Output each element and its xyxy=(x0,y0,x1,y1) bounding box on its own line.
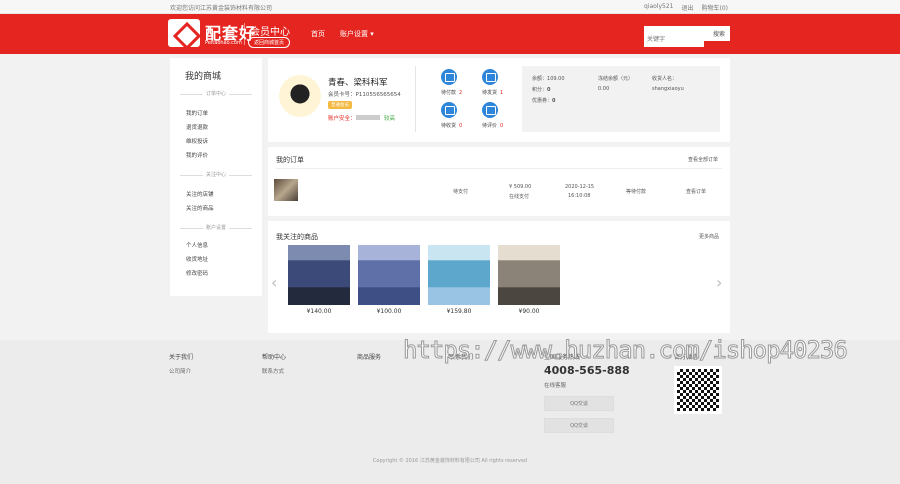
top-bar: 欢迎您访问江苏黄金装饰材料有限公司 qiaoly521 退出 购物车(0) xyxy=(0,0,900,14)
online-service-label: 在线客服 xyxy=(544,383,567,389)
qq-chat-button[interactable]: QQ交谈 xyxy=(544,396,614,411)
orders-title: 我的订单 xyxy=(276,156,304,164)
footer-about-title: 关于我们 xyxy=(169,354,194,361)
username-link[interactable]: qiaoly521 xyxy=(644,3,674,12)
pending-shipment-icon[interactable] xyxy=(482,69,498,85)
sidebar-item-complaints[interactable]: 维权投诉 xyxy=(186,137,208,145)
logo-icon[interactable] xyxy=(168,19,200,47)
cart-link[interactable]: 购物车(0) xyxy=(702,3,729,12)
sidebar-title: 我的商城 xyxy=(185,72,222,82)
qq-chat-button[interactable]: QQ交谈 xyxy=(544,418,614,433)
search-button[interactable]: 搜索 xyxy=(713,29,725,38)
stat-balance: 余额：109.00 xyxy=(532,76,565,82)
sidebar-item-reviews[interactable]: 我的评价 xyxy=(186,151,208,159)
orders-panel xyxy=(268,147,730,216)
favorites-title: 我关注的商品 xyxy=(276,233,318,241)
hotline-number: 4008-565-888 xyxy=(544,364,630,377)
favorite-product-price: ¥140.00 xyxy=(306,308,332,315)
search-input[interactable] xyxy=(644,32,704,47)
nav-home-link[interactable]: 首页 xyxy=(311,29,325,39)
stat-consignee-value: shangxiaoyu xyxy=(652,86,684,92)
footer-contact-link[interactable]: 联系方式 xyxy=(262,367,284,375)
member-center-title: 会员中心 xyxy=(250,27,290,38)
sidebar-section-orders: 订单中心 xyxy=(170,90,262,97)
welcome-text: 欢迎您访问江苏黄金装饰材料有限公司 xyxy=(170,5,273,12)
search-box: 搜索 xyxy=(644,26,730,47)
order-time: 16:10:08 xyxy=(568,193,591,199)
sidebar-section-follow: 关注中心 xyxy=(170,171,262,178)
order-pay-method: 在线支付 xyxy=(509,194,530,200)
pending-payment-label[interactable]: 待付款 2 xyxy=(441,89,462,96)
stat-frozen-label: 冻结余额（元） xyxy=(598,76,634,82)
pending-receipt-label[interactable]: 待收货 0 xyxy=(441,122,462,129)
stat-frozen-value: 0.00 xyxy=(598,86,610,92)
order-status: 待支付 xyxy=(453,189,469,195)
member-number: 会员卡号：P110556565654 xyxy=(328,92,401,98)
pending-review-icon[interactable] xyxy=(482,102,498,118)
favorite-product-image[interactable] xyxy=(498,245,560,305)
header-bar: 配套好 Peitaohao.com 会员中心 返回商城首页 首页 账户设置 ▾ … xyxy=(0,14,900,54)
watermark-text: https://www.huzhan.com/ishop40236 xyxy=(403,336,849,365)
favorite-product-image[interactable] xyxy=(358,245,420,305)
sidebar-item-refunds[interactable]: 退货退款 xyxy=(186,123,208,131)
sidebar-section-account: 账户设置 xyxy=(170,224,262,231)
order-product-thumbnail[interactable] xyxy=(274,179,298,201)
divider xyxy=(276,168,722,169)
safety-progress-bar xyxy=(356,115,380,120)
nav-account-dropdown[interactable]: 账户设置 ▾ xyxy=(340,29,374,39)
favorite-product-image[interactable] xyxy=(288,245,350,305)
logout-link[interactable]: 退出 xyxy=(681,3,693,12)
pending-shipment-label[interactable]: 待发货 1 xyxy=(482,89,503,96)
pending-review-label[interactable]: 待评价 0 xyxy=(482,122,503,129)
favorite-product-image[interactable] xyxy=(428,245,490,305)
footer-help-title: 帮助中心 xyxy=(262,354,287,361)
order-price: ¥ 509.00 xyxy=(509,184,532,190)
favorite-product-price: ¥159.80 xyxy=(446,308,472,315)
chevron-right-icon[interactable]: › xyxy=(716,273,722,292)
stat-points: 积分：0 xyxy=(532,87,551,93)
safety-level: 较高 xyxy=(384,116,396,122)
avatar[interactable] xyxy=(279,75,321,117)
safety-label: 账户安全： xyxy=(328,116,356,122)
stat-coupons: 优惠券：0 xyxy=(532,98,556,104)
footer-service-title: 商品服务 xyxy=(357,354,382,361)
sidebar: 我的商城 订单中心 我的订单 退货退款 维权投诉 我的评价 关注中心 关注的店铺… xyxy=(170,58,262,296)
back-mall-button[interactable]: 返回商城首页 xyxy=(248,37,291,48)
view-order-link[interactable]: 查看订单 xyxy=(686,188,706,195)
stat-consignee-label: 收货人名： xyxy=(652,76,678,82)
divider xyxy=(415,66,416,132)
favorite-product-price: ¥90.00 xyxy=(518,308,540,315)
user-name: 青春、梁科科军 xyxy=(328,78,388,88)
sidebar-item-profile[interactable]: 个人信息 xyxy=(186,241,208,249)
brand-domain: Peitaohao.com xyxy=(205,40,242,46)
view-all-orders-link[interactable]: 查看全部订单 xyxy=(688,156,718,163)
favorite-product-price: ¥100.00 xyxy=(376,308,402,315)
copyright: Copyright © 2016 江苏黄金装饰材料有限公司 All rights… xyxy=(372,458,528,464)
order-action: 等待付款 xyxy=(626,189,647,195)
qr-code-icon xyxy=(674,366,722,414)
more-products-link[interactable]: 更多商品 xyxy=(699,233,719,240)
sidebar-item-followed-products[interactable]: 关注的商品 xyxy=(186,204,214,212)
sidebar-item-my-orders[interactable]: 我的订单 xyxy=(186,109,208,117)
pending-payment-icon[interactable] xyxy=(441,69,457,85)
divider xyxy=(244,23,245,45)
chevron-left-icon[interactable]: ‹ xyxy=(271,273,277,292)
pending-receipt-icon[interactable] xyxy=(441,102,457,118)
sidebar-item-address[interactable]: 收货地址 xyxy=(186,255,208,263)
order-date: 2020-12-15 xyxy=(565,184,595,190)
sidebar-item-password[interactable]: 修改密码 xyxy=(186,269,208,277)
footer-company-link[interactable]: 公司简介 xyxy=(169,367,191,375)
member-badge: 普通会员 xyxy=(328,101,352,109)
sidebar-item-followed-stores[interactable]: 关注的店铺 xyxy=(186,190,214,198)
